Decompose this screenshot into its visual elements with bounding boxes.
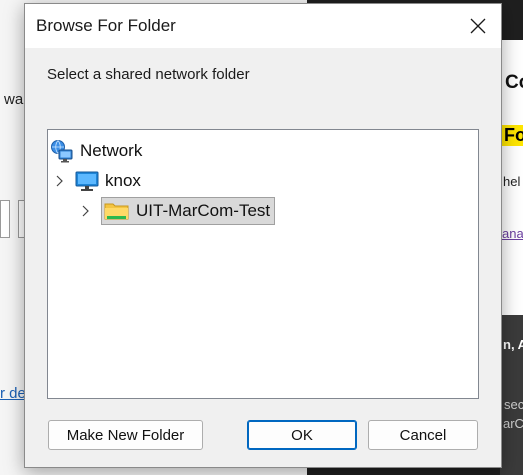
tree-item-uit-marcom-test[interactable]: UIT-MarCom-Test xyxy=(101,197,276,225)
dialog-titlebar[interactable]: Browse For Folder xyxy=(25,4,501,48)
chevron-right-icon xyxy=(82,205,89,217)
folder-icon xyxy=(104,203,129,220)
browse-for-folder-dialog: Browse For Folder Select a shared networ… xyxy=(24,3,502,468)
ok-button[interactable]: OK xyxy=(247,420,357,450)
background-link-fragment[interactable]: r de xyxy=(0,385,26,402)
background-bold-fragment: n, A xyxy=(503,337,523,352)
background-link-fragment[interactable]: ana xyxy=(502,226,523,241)
network-icon xyxy=(51,140,73,163)
cancel-button[interactable]: Cancel xyxy=(368,420,478,450)
tree-item-label: knox xyxy=(105,171,141,190)
tree-item-label: UIT-MarCom-Test xyxy=(136,201,271,220)
computer-icon xyxy=(75,171,99,191)
expand-knox-button[interactable] xyxy=(54,175,66,187)
background-highlight-fragment: Fo xyxy=(502,125,523,146)
folder-tree[interactable]: Network knox UIT-MarCom-Test xyxy=(47,129,479,399)
background-text-fragment: sec xyxy=(504,397,523,412)
background-text-fragment: wa xyxy=(4,91,24,108)
background-field xyxy=(0,200,10,238)
background-text-fragment: arC xyxy=(503,416,523,431)
dialog-title: Browse For Folder xyxy=(36,16,176,35)
close-button[interactable] xyxy=(455,4,501,48)
background-text-fragment: hel xyxy=(503,174,521,189)
tree-item-knox[interactable]: knox xyxy=(75,168,141,194)
make-new-folder-button[interactable]: Make New Folder xyxy=(48,420,203,450)
expand-folder-button[interactable] xyxy=(80,205,92,217)
background-heading-fragment: Co xyxy=(505,72,523,93)
tree-item-network[interactable]: Network xyxy=(50,138,142,164)
dialog-instruction: Select a shared network folder xyxy=(47,66,250,83)
close-icon xyxy=(470,18,486,34)
chevron-right-icon xyxy=(56,175,63,187)
tree-item-label: Network xyxy=(80,141,143,160)
